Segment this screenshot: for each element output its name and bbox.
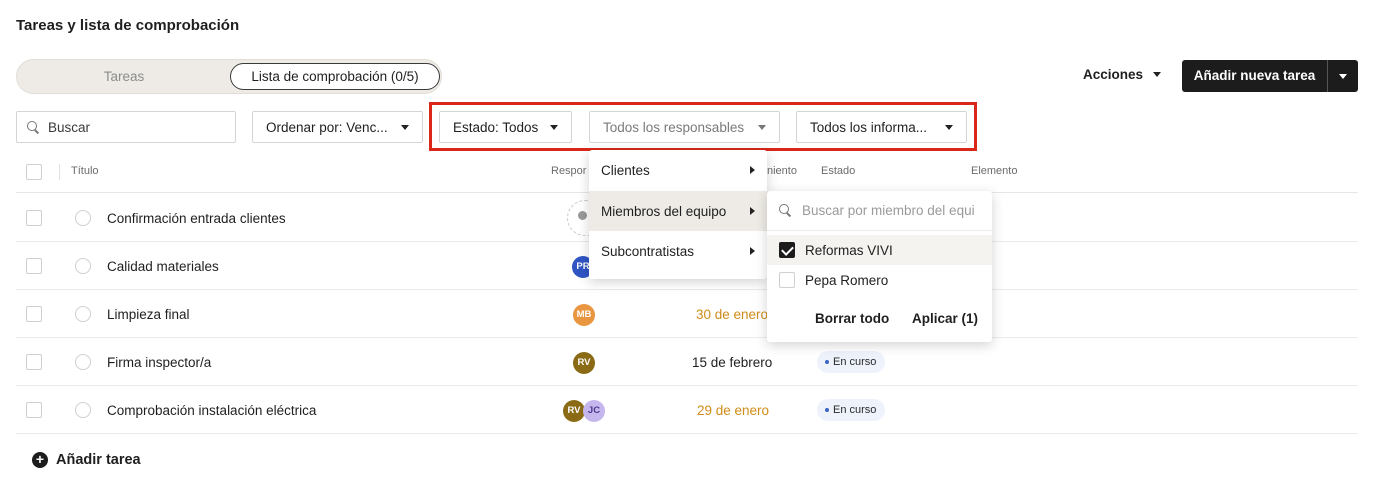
column-header-estado[interactable]: Estado bbox=[821, 165, 855, 177]
avatar[interactable]: RV bbox=[563, 400, 585, 422]
task-title[interactable]: Firma inspector/a bbox=[107, 355, 211, 370]
column-header-responsable[interactable]: Respor bbox=[551, 165, 586, 177]
team-members-submenu: Buscar por miembro del equi Reformas VIV… bbox=[767, 191, 992, 342]
menu-item-subcontratistas[interactable]: Subcontratistas bbox=[589, 231, 767, 271]
page-title: Tareas y lista de comprobación bbox=[16, 17, 240, 34]
row-checkbox[interactable] bbox=[26, 354, 42, 370]
option-label: Pepa Romero bbox=[805, 272, 889, 288]
tab-tareas[interactable]: Tareas bbox=[17, 60, 231, 93]
task-title[interactable]: Comprobación instalación eléctrica bbox=[107, 403, 316, 418]
column-header-elemento[interactable]: Elemento bbox=[971, 165, 1017, 177]
complete-toggle[interactable] bbox=[75, 210, 91, 226]
complete-toggle[interactable] bbox=[75, 306, 91, 322]
clear-all-button[interactable]: Borrar todo bbox=[815, 311, 889, 326]
order-dropdown[interactable]: Ordenar por: Venc... bbox=[252, 111, 423, 143]
avatar[interactable]: MB bbox=[573, 304, 595, 326]
complete-toggle[interactable] bbox=[75, 402, 91, 418]
task-title[interactable]: Limpieza final bbox=[107, 307, 190, 322]
menu-item-label: Subcontratistas bbox=[601, 243, 695, 259]
due-date: 15 de febrero bbox=[692, 355, 773, 370]
status-dot-icon bbox=[825, 408, 829, 412]
add-task-options-button[interactable] bbox=[1327, 60, 1358, 92]
plus-icon: + bbox=[32, 452, 48, 468]
option-pepa-romero[interactable]: Pepa Romero bbox=[767, 265, 992, 295]
menu-item-clientes[interactable]: Clientes bbox=[589, 150, 767, 190]
option-reformas-vivi[interactable]: Reformas VIVI bbox=[767, 235, 992, 265]
due-date: 29 de enero bbox=[697, 403, 770, 418]
due-date: 30 de enero bbox=[696, 307, 769, 322]
add-task-label: Añadir tarea bbox=[56, 452, 141, 468]
avatar[interactable]: RV bbox=[573, 352, 595, 374]
option-label: Reformas VIVI bbox=[805, 242, 893, 258]
complete-toggle[interactable] bbox=[75, 258, 91, 274]
row-checkbox[interactable] bbox=[26, 258, 42, 274]
caret-down-icon bbox=[401, 124, 409, 130]
task-title[interactable]: Calidad materiales bbox=[107, 259, 219, 274]
search-icon bbox=[27, 120, 40, 134]
acciones-label: Acciones bbox=[1083, 67, 1144, 82]
column-header-titulo[interactable]: Título bbox=[71, 165, 99, 177]
search-input[interactable]: Buscar bbox=[16, 111, 236, 143]
order-label: Ordenar por: Venc... bbox=[266, 119, 388, 135]
highlight-box bbox=[429, 102, 977, 151]
row-divider bbox=[16, 385, 1358, 386]
responsables-menu: Clientes Miembros del equipo Subcontrati… bbox=[589, 150, 767, 279]
row-checkbox[interactable] bbox=[26, 402, 42, 418]
column-header-vencimiento[interactable]: niento bbox=[767, 165, 797, 177]
menu-item-label: Clientes bbox=[601, 162, 650, 178]
chevron-right-icon bbox=[750, 166, 755, 174]
checkbox-icon[interactable] bbox=[779, 272, 795, 288]
row-divider bbox=[16, 433, 1358, 434]
menu-item-miembros-equipo[interactable]: Miembros del equipo bbox=[589, 191, 767, 231]
view-toggle: Tareas Lista de comprobación (0/5) bbox=[16, 59, 442, 94]
add-task-link[interactable]: + Añadir tarea bbox=[32, 452, 141, 468]
header-divider bbox=[59, 164, 60, 180]
row-checkbox[interactable] bbox=[26, 210, 42, 226]
caret-down-icon bbox=[1153, 72, 1162, 77]
search-placeholder: Buscar bbox=[48, 119, 91, 135]
status-label: En curso bbox=[833, 356, 877, 368]
caret-down-icon bbox=[1339, 73, 1347, 79]
status-badge[interactable]: En curso bbox=[817, 351, 886, 373]
row-divider bbox=[16, 337, 1358, 338]
complete-toggle[interactable] bbox=[75, 354, 91, 370]
chevron-right-icon bbox=[750, 207, 755, 215]
row-checkbox[interactable] bbox=[26, 306, 42, 322]
status-label: En curso bbox=[833, 404, 877, 416]
apply-button[interactable]: Aplicar (1) bbox=[912, 311, 978, 326]
chevron-right-icon bbox=[750, 247, 755, 255]
add-new-task-button[interactable]: Añadir nueva tarea bbox=[1182, 60, 1327, 92]
task-title[interactable]: Confirmación entrada clientes bbox=[107, 211, 286, 226]
tab-lista-comprobacion[interactable]: Lista de comprobación (0/5) bbox=[230, 63, 440, 90]
member-search-input[interactable]: Buscar por miembro del equi bbox=[767, 191, 992, 231]
status-dot-icon bbox=[825, 360, 829, 364]
acciones-dropdown[interactable]: Acciones bbox=[1083, 67, 1162, 82]
member-search-placeholder: Buscar por miembro del equi bbox=[802, 203, 975, 218]
search-icon bbox=[779, 204, 792, 217]
checkbox-checked-icon[interactable] bbox=[779, 242, 795, 258]
row-divider bbox=[16, 289, 1358, 290]
status-badge[interactable]: En curso bbox=[817, 399, 886, 421]
select-all-checkbox[interactable] bbox=[26, 164, 42, 180]
avatar[interactable]: JC bbox=[583, 400, 605, 422]
menu-item-label: Miembros del equipo bbox=[601, 203, 727, 219]
